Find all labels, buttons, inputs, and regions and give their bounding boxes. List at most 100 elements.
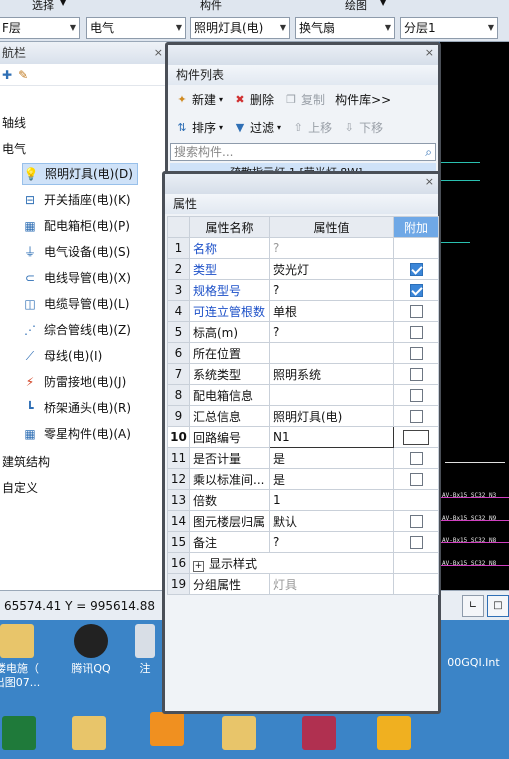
attach-checkbox[interactable] xyxy=(409,410,423,423)
pipeline-icon: ⋰ xyxy=(24,323,36,337)
tab-select[interactable]: 选择 xyxy=(32,0,54,13)
nav-item-busbar[interactable]: ⟋ 母线(电)(I) xyxy=(22,345,102,367)
copy-button[interactable]: ❐ 复制 xyxy=(281,91,328,108)
desktop-icon-gqi[interactable]: 00GQI.Int xyxy=(438,656,509,670)
table-row[interactable]: 7 系统类型 照明系统 xyxy=(167,363,439,385)
edit-icon[interactable]: ✎ xyxy=(18,68,28,82)
table-row[interactable]: 4 可连立管根数 单根 xyxy=(167,300,439,322)
attach-checkbox[interactable] xyxy=(409,305,423,318)
nav-category-custom[interactable]: 自定义 xyxy=(2,479,38,496)
attach-checkbox[interactable] xyxy=(409,473,423,486)
player-icon xyxy=(377,716,411,750)
nav-item-switch[interactable]: ⊟ 开关插座(电)(K) xyxy=(22,189,131,211)
move-down-button[interactable]: ⇩ 下移 xyxy=(339,119,386,136)
nav-toolbar: ✚ ✎ xyxy=(0,64,167,86)
table-row[interactable]: 3 规格型号 ? xyxy=(167,279,439,301)
nav-item-lightning[interactable]: ⚡ 防雷接地(电)(J) xyxy=(22,371,127,393)
conduit-icon: ⊂ xyxy=(24,271,36,285)
attach-checkbox[interactable] xyxy=(409,284,423,297)
folder-icon xyxy=(222,716,256,750)
desktop-icon-qq[interactable]: 腾讯QQ xyxy=(62,624,120,676)
delete-button[interactable]: ✖ 删除 xyxy=(230,91,277,108)
nav-category-building[interactable]: 建筑结构 xyxy=(2,453,50,470)
library-button[interactable]: 构件库>> xyxy=(332,91,394,108)
nav-category-axis[interactable]: 轴线 xyxy=(2,114,26,131)
sort-button[interactable]: ⇅ 排序 ▾ xyxy=(172,119,226,136)
table-row[interactable]: 13 倍数 1 xyxy=(167,489,439,511)
table-row-selected[interactable]: 10 回路编号 N1 xyxy=(167,426,439,448)
expand-icon[interactable]: + xyxy=(193,560,204,572)
nav-item-panel[interactable]: ▦ 配电箱柜(电)(P) xyxy=(22,215,130,237)
window-titlebar: × xyxy=(165,174,438,194)
table-row[interactable]: 19 分组属性 灯具 xyxy=(167,573,439,595)
app-icon xyxy=(135,624,155,658)
nav-item-lighting[interactable]: 💡 照明灯具(电)(D) xyxy=(22,163,138,185)
component-search-input[interactable]: 搜索构件... ⌕ xyxy=(170,143,436,161)
table-row[interactable]: 6 所在位置 xyxy=(167,342,439,364)
nav-item-conduit[interactable]: ⊂ 电线导管(电)(X) xyxy=(22,267,131,289)
nav-category-electrical[interactable]: 电气 xyxy=(2,140,26,157)
table-row[interactable]: 15 备注 ? xyxy=(167,531,439,553)
filter-button[interactable]: ▼ 过滤 ▾ xyxy=(230,119,284,136)
attach-checkbox[interactable] xyxy=(409,368,423,381)
qq-penguin-icon xyxy=(74,624,108,658)
desktop-icon-folder[interactable]: 楼电施（ 出图07... xyxy=(0,624,46,690)
table-row[interactable]: 12 乘以标准间... 是 xyxy=(167,468,439,490)
nav-item-equipment[interactable]: ⏚ 电气设备(电)(S) xyxy=(22,241,130,263)
attach-checkbox[interactable] xyxy=(403,429,429,445)
close-icon[interactable]: × xyxy=(154,42,163,64)
layer-select[interactable]: 分层1 ▼ xyxy=(400,17,498,39)
ortho-icon[interactable]: ∟ xyxy=(462,595,484,617)
desktop-icon-excel[interactable] xyxy=(0,716,48,754)
nav-item-tray[interactable]: ┗ 桥架通头(电)(R) xyxy=(22,397,131,419)
drawing-canvas[interactable]: AV-Bx15 SC32 N3 AV-Bx15 SC32 N9 AV-Bx15 … xyxy=(440,42,509,590)
attach-checkbox[interactable] xyxy=(409,515,423,528)
tab-draw[interactable]: 绘图 xyxy=(345,0,367,13)
snap-icon[interactable]: □ xyxy=(487,595,509,617)
attach-checkbox[interactable] xyxy=(409,389,423,402)
component-type-select[interactable]: 照明灯具(电) ▼ xyxy=(190,17,290,39)
tab-draw-arrow-icon[interactable]: ▼ xyxy=(380,0,386,7)
nav-item-misc[interactable]: ▦ 零星构件(电)(A) xyxy=(22,423,131,445)
attach-checkbox[interactable] xyxy=(409,263,423,276)
arrow-up-icon: ⇧ xyxy=(293,120,303,134)
new-button[interactable]: ✦ 新建 ▾ xyxy=(172,91,226,108)
header-name: 属性名称 xyxy=(189,216,270,238)
desktop-icon-partial[interactable]: 注 xyxy=(130,624,160,676)
canvas-label: AV-Bx15 SC32 N8 xyxy=(442,560,497,567)
table-row[interactable]: 11 是否计量 是 xyxy=(167,447,439,469)
attach-checkbox[interactable] xyxy=(409,536,423,549)
table-row[interactable]: 5 标高(m) ? xyxy=(167,321,439,343)
nav-item-pipeline[interactable]: ⋰ 综合管线(电)(Z) xyxy=(22,319,131,341)
table-row[interactable]: 1 名称 ? xyxy=(167,237,439,259)
component-list-title: 构件列表 xyxy=(168,65,438,85)
desktop-icon-folder2[interactable] xyxy=(60,716,118,754)
close-icon[interactable]: × xyxy=(425,175,434,188)
floor-select[interactable]: F层 ▼ xyxy=(0,17,80,39)
tab-select-arrow-icon[interactable]: ▼ xyxy=(60,0,66,7)
component-select[interactable]: 换气扇 ▼ xyxy=(295,17,395,39)
folder-icon xyxy=(72,716,106,750)
table-row[interactable]: 2 类型 荧光灯 xyxy=(167,258,439,280)
discipline-select[interactable]: 电气 ▼ xyxy=(86,17,186,39)
table-row[interactable]: 14 图元楼层归属 默认 xyxy=(167,510,439,532)
app-icon xyxy=(150,712,184,746)
table-row[interactable]: 8 配电箱信息 xyxy=(167,384,439,406)
grid-icon: ▦ xyxy=(24,427,36,441)
tab-component[interactable]: 构件 xyxy=(200,0,222,13)
desktop-icon-player[interactable] xyxy=(365,716,423,754)
attach-checkbox[interactable] xyxy=(409,452,423,465)
desktop-icon-folder3[interactable] xyxy=(210,716,268,754)
desktop-icon-app[interactable] xyxy=(138,712,196,750)
bulb-icon: 💡 xyxy=(23,167,39,181)
attach-checkbox[interactable] xyxy=(409,326,423,339)
desktop-icon-winrar[interactable] xyxy=(290,716,348,754)
excel-icon xyxy=(2,716,36,750)
add-icon[interactable]: ✚ xyxy=(2,68,12,82)
table-row[interactable]: 9 汇总信息 照明灯具(电) xyxy=(167,405,439,427)
nav-item-cable[interactable]: ◫ 电缆导管(电)(L) xyxy=(22,293,129,315)
attach-checkbox[interactable] xyxy=(409,347,423,360)
move-up-button[interactable]: ⇧ 上移 xyxy=(288,119,335,136)
table-row-group[interactable]: 16 + 显示样式 xyxy=(167,552,439,574)
close-icon[interactable]: × xyxy=(425,46,434,59)
